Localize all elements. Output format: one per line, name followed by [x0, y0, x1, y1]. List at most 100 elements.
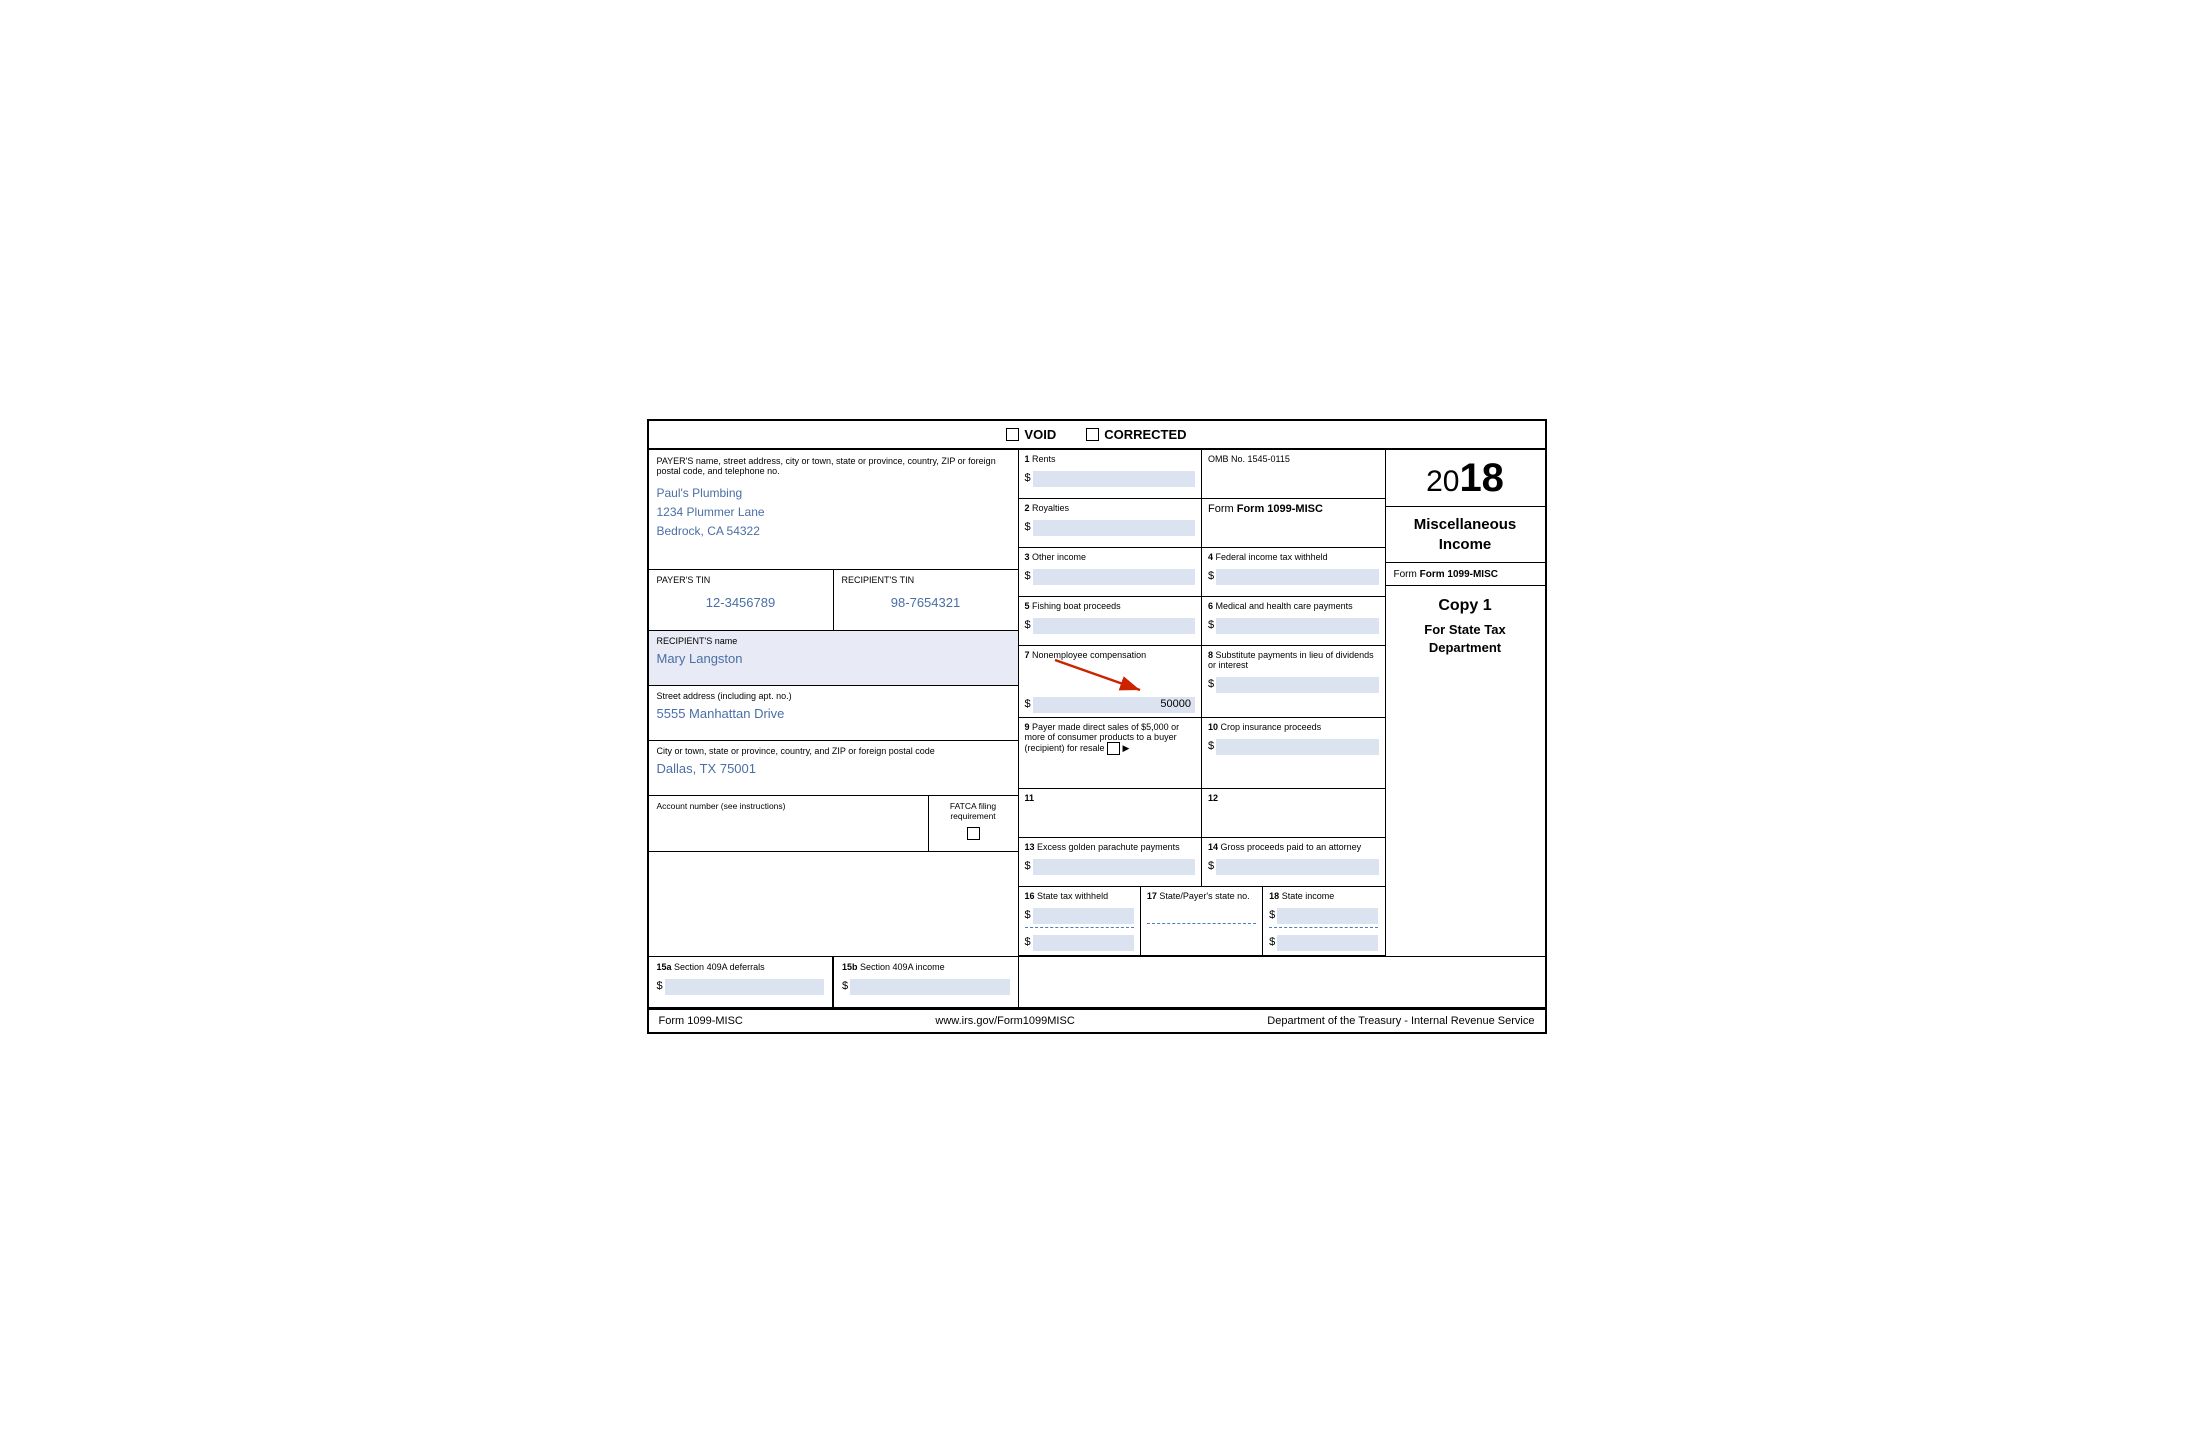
box7-input[interactable]: 50000: [1033, 697, 1195, 713]
account-cell: Account number (see instructions): [649, 796, 928, 851]
box56-row: 5 Fishing boat proceeds $ 6 Medical and …: [1019, 597, 1385, 646]
form-header: VOID CORRECTED: [649, 421, 1545, 450]
box5-input[interactable]: [1033, 618, 1195, 634]
misc-income-title: Miscellaneous Income: [1414, 516, 1517, 553]
box15a-dollar-row: $: [657, 976, 825, 995]
box4-label: 4 Federal income tax withheld: [1208, 552, 1379, 562]
box13-input[interactable]: [1033, 859, 1195, 875]
box1112-row: 11 12: [1019, 789, 1385, 838]
city-state-value: Dallas, TX 75001: [657, 761, 1010, 776]
void-checkbox[interactable]: [1006, 428, 1019, 441]
box6-dollar-row: $: [1208, 615, 1379, 634]
box15b-input[interactable]: [850, 979, 1009, 995]
box16-dollar-row-1: $: [1025, 905, 1134, 924]
box12-cell: 12: [1202, 789, 1385, 837]
box4-input[interactable]: [1216, 569, 1378, 585]
recipient-tin-value: 98-7654321: [842, 595, 1010, 610]
box18-input-2[interactable]: [1277, 935, 1378, 951]
box11-label: 11: [1025, 793, 1196, 803]
box1-label: 1 Rents: [1025, 454, 1196, 464]
arrow-container: [1025, 660, 1196, 690]
box15b-cell: 15b Section 409A income $: [833, 957, 1018, 1007]
box16-cell: 16 State tax withheld $ $: [1019, 887, 1141, 955]
box8-input[interactable]: [1216, 677, 1378, 693]
recipient-name-value: Mary Langston: [657, 651, 1010, 666]
corrected-section: CORRECTED: [1086, 427, 1186, 442]
box3-input[interactable]: [1033, 569, 1195, 585]
box17-cell: 17 State/Payer's state no.: [1141, 887, 1263, 955]
box18-dollar-row-1: $: [1269, 905, 1378, 924]
year-display: 2018: [1394, 458, 1537, 498]
box1-dollar-row: $: [1025, 468, 1196, 487]
recipient-name-cell: RECIPIENT'S name Mary Langston: [649, 631, 1018, 686]
box18-dollar-row-2: $: [1269, 932, 1378, 951]
box10-input[interactable]: [1216, 739, 1378, 755]
box3-label: 3 Other income: [1025, 552, 1196, 562]
account-fatca-row: Account number (see instructions) FATCA …: [649, 796, 1018, 852]
box15a-input[interactable]: [665, 979, 824, 995]
fatca-checkbox[interactable]: [967, 827, 980, 840]
bottom-right-filler: [1019, 957, 1545, 1007]
box18-input-1[interactable]: [1277, 908, 1378, 924]
box6-input[interactable]: [1216, 618, 1378, 634]
box5-cell: 5 Fishing boat proceeds $: [1019, 597, 1203, 645]
box2-dollar-row: $: [1025, 517, 1196, 536]
box14-cell: 14 Gross proceeds paid to an attorney $: [1202, 838, 1385, 886]
box7-dollar-row: $ 50000: [1025, 694, 1196, 713]
box10-label: 10 Crop insurance proceeds: [1208, 722, 1379, 732]
box14-input[interactable]: [1216, 859, 1378, 875]
box2-label: 2 Royalties: [1025, 503, 1196, 513]
misc-income-area: Miscellaneous Income: [1386, 507, 1545, 563]
footer-dept: Department of the Treasury - Internal Re…: [1267, 1015, 1534, 1027]
payer-city-state-text: Bedrock, CA 54322: [657, 522, 1010, 541]
footer-website: www.irs.gov/Form1099MISC: [935, 1015, 1074, 1027]
fatca-label: FATCA filing requirement: [937, 801, 1010, 821]
street-address-value: 5555 Manhattan Drive: [657, 706, 1010, 721]
box16-label: 16 State tax withheld: [1025, 891, 1134, 901]
box15-section: 15a Section 409A deferrals $ 15b Section…: [649, 957, 1019, 1007]
void-section: VOID: [1006, 427, 1056, 442]
box15a-label: 15a Section 409A deferrals: [657, 962, 825, 972]
payer-tin-cell: PAYER'S TIN 12-3456789: [649, 570, 834, 630]
box16-input-1[interactable]: [1033, 908, 1134, 924]
right-section: 2018 Miscellaneous Income Form Form 1099…: [1385, 450, 1545, 956]
box18-cell: 18 State income $ $: [1263, 887, 1384, 955]
box9-checkbox[interactable]: [1107, 742, 1120, 755]
box1314-row: 13 Excess golden parachute payments $ 14…: [1019, 838, 1385, 887]
city-state-label: City or town, state or province, country…: [657, 746, 1010, 756]
payer-name-text: Paul's Plumbing: [657, 484, 1010, 503]
box910-row: 9 Payer made direct sales of $5,000 or m…: [1019, 718, 1385, 789]
year-suffix: 18: [1459, 456, 1504, 500]
payer-tin-value: 12-3456789: [657, 595, 825, 610]
middle-section: 1 Rents $ OMB No. 1545-0115: [1019, 450, 1385, 956]
account-label: Account number (see instructions): [657, 801, 920, 812]
recipient-tin-cell: RECIPIENT'S TIN 98-7654321: [834, 570, 1018, 630]
corrected-checkbox[interactable]: [1086, 428, 1099, 441]
box1-input[interactable]: [1033, 471, 1195, 487]
year-area: 2018: [1386, 450, 1545, 507]
box2-input[interactable]: [1033, 520, 1195, 536]
box16-dollar-row-2: $: [1025, 932, 1134, 951]
payer-info-label: PAYER'S name, street address, city or to…: [657, 456, 1010, 476]
box9-cell: 9 Payer made direct sales of $5,000 or m…: [1019, 718, 1203, 788]
copy-area: Copy 1 For State Tax Department: [1386, 586, 1545, 956]
box8-dollar-row: $: [1208, 674, 1379, 693]
box6-cell: 6 Medical and health care payments $: [1202, 597, 1385, 645]
box15b-dollar-row: $: [842, 976, 1010, 995]
box4-dollar-row: $: [1208, 566, 1379, 585]
tin-row: PAYER'S TIN 12-3456789 RECIPIENT'S TIN 9…: [649, 570, 1018, 631]
city-state-cell: City or town, state or province, country…: [649, 741, 1018, 796]
payer-name: Paul's Plumbing 1234 Plummer Lane Bedroc…: [657, 484, 1010, 542]
box10-dollar-row: $: [1208, 736, 1379, 755]
form-name-cell: Form Form 1099-MISC: [1202, 499, 1385, 547]
box14-label: 14 Gross proceeds paid to an attorney: [1208, 842, 1379, 852]
box15a-cell: 15a Section 409A deferrals $: [649, 957, 834, 1007]
copy-title: Copy 1: [1394, 596, 1537, 617]
box11-cell: 11: [1019, 789, 1203, 837]
form-footer: Form 1099-MISC www.irs.gov/Form1099MISC …: [649, 1008, 1545, 1032]
box16-input-2[interactable]: [1033, 935, 1134, 951]
left-section: PAYER'S name, street address, city or to…: [649, 450, 1019, 956]
box15b-label: 15b Section 409A income: [842, 962, 1010, 972]
box13-cell: 13 Excess golden parachute payments $: [1019, 838, 1203, 886]
box8-cell: 8 Substitute payments in lieu of dividen…: [1202, 646, 1385, 717]
